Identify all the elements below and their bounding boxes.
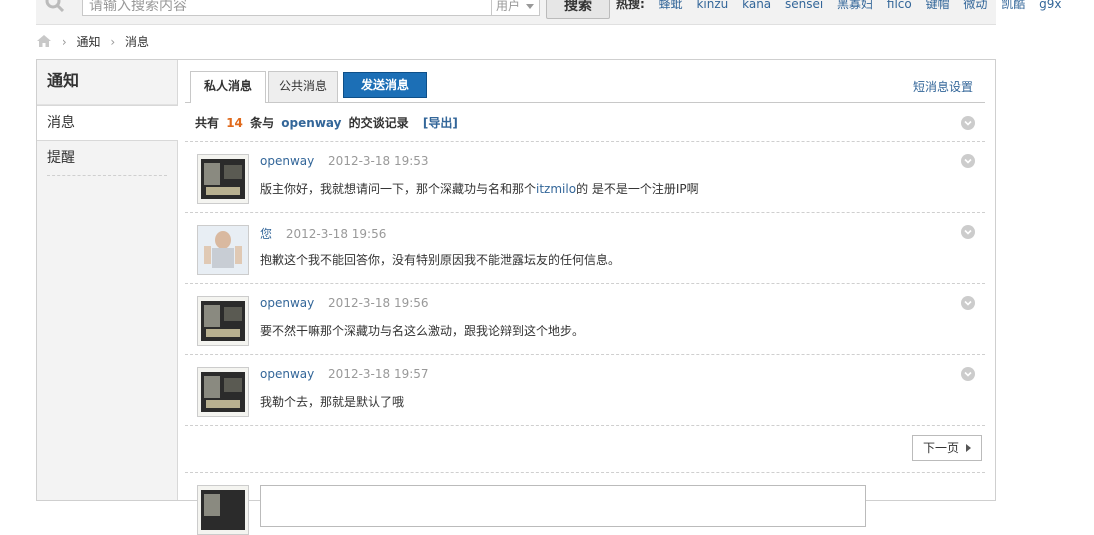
message-options-icon[interactable] — [961, 225, 975, 239]
collapse-icon[interactable] — [961, 116, 975, 130]
main-frame: 通知 消息 提醒 私人消息 公共消息 发送消息 短消息设置 共有 14 条与 o… — [36, 59, 996, 535]
summary-suffix: 的交谈记录 — [348, 116, 409, 130]
message-text-part: 我勒个去，那就是默认了哦 — [260, 395, 405, 409]
message-meta: 您 2012-3-18 19:56 — [260, 225, 386, 242]
message-meta: openway 2012-3-18 19:53 — [260, 154, 429, 168]
sidebar-item-messages[interactable]: 消息 — [37, 105, 178, 141]
hot-search: 热搜: 蜂蚍 kinzu kana sensei 黑寡妇 filco 键帽 微动… — [616, 0, 1071, 12]
tab-bar: 私人消息 公共消息 发送消息 短消息设置 — [185, 69, 985, 103]
hot-search-label: 热搜: — [616, 0, 645, 11]
reply-textarea[interactable] — [260, 485, 866, 527]
avatar[interactable] — [197, 225, 249, 275]
search-type-label: 用户 — [496, 0, 521, 13]
tab-public-messages[interactable]: 公共消息 — [268, 71, 338, 102]
chevron-right-icon: › — [110, 35, 116, 49]
message-text: 我勒个去，那就是默认了哦 — [260, 393, 404, 410]
message-text: 版主你好，我就想请问一下，那个深藏功与名和那个itzmilo的 是不是一个注册I… — [260, 180, 699, 197]
hot-term-link[interactable]: 蜂蚍 — [659, 0, 683, 11]
message-item: openway 2012-3-18 19:53 版主你好，我就想请问一下，那个深… — [185, 142, 985, 213]
message-text: 要不然干嘛那个深藏功与名这么激动，跟我论辩到这个地步。 — [260, 322, 584, 339]
hot-term-link[interactable]: kinzu — [696, 0, 728, 11]
search-icon — [45, 0, 64, 12]
message-time: 2012-3-18 19:57 — [328, 367, 429, 381]
avatar[interactable] — [197, 367, 249, 417]
hot-term-link[interactable]: 黑寡妇 — [837, 0, 873, 11]
hot-term-link[interactable]: sensei — [785, 0, 823, 11]
message-options-icon[interactable] — [961, 296, 975, 310]
chevron-right-icon — [966, 444, 971, 452]
message-item: openway 2012-3-18 19:57 我勒个去，那就是默认了哦 — [185, 355, 985, 426]
message-item: 您 2012-3-18 19:56 抱歉这个我不能回答你，没有特别原因我不能泄露… — [185, 213, 985, 284]
message-options-icon[interactable] — [961, 367, 975, 381]
message-time: 2012-3-18 19:56 — [285, 227, 387, 241]
search-button[interactable]: 搜索 — [546, 0, 610, 19]
message-meta: openway 2012-3-18 19:57 — [260, 367, 429, 381]
chevron-right-icon: › — [61, 35, 67, 49]
next-page-label: 下一页 — [923, 441, 960, 455]
message-meta: openway 2012-3-18 19:56 — [260, 296, 429, 310]
message-text-part: 抱歉这个我不能回答你，没有特别原因我不能泄露坛友的任何信息。 — [260, 253, 621, 267]
hot-term-link[interactable]: kana — [742, 0, 771, 11]
avatar[interactable] — [197, 296, 249, 346]
message-text-part: 版主你好，我就想请问一下，那个深藏功与名和那个 — [260, 182, 537, 196]
breadcrumb: › 通知 › 消息 — [36, 33, 149, 49]
message-author-link[interactable]: 您 — [260, 227, 272, 241]
home-icon[interactable] — [36, 34, 52, 48]
message-author-link[interactable]: openway — [260, 367, 314, 381]
chevron-down-icon — [526, 4, 534, 9]
export-link[interactable]: [导出] — [423, 116, 458, 130]
search-bar: 请输入搜索内容 用户 搜索 热搜: 蜂蚍 kinzu kana sensei 黑… — [36, 0, 1061, 25]
message-count: 14 — [226, 116, 243, 130]
message-highlight: itzmilo — [536, 182, 577, 196]
hot-term-link[interactable]: 凯酷 — [1001, 0, 1025, 11]
tab-private-messages[interactable]: 私人消息 — [190, 71, 266, 103]
sidebar-item-reminders[interactable]: 提醒 — [47, 141, 167, 176]
message-time: 2012-3-18 19:53 — [328, 154, 429, 168]
message-text-part: 要不然干嘛那个深藏功与名这么激动，跟我论辩到这个地步。 — [260, 324, 585, 338]
sidebar: 通知 消息 提醒 — [37, 60, 178, 500]
avatar[interactable] — [197, 154, 249, 204]
hot-term-link[interactable]: filco — [887, 0, 912, 11]
message-options-icon[interactable] — [961, 154, 975, 168]
summary-user-link[interactable]: openway — [281, 116, 341, 130]
message-author-link[interactable]: openway — [260, 296, 314, 310]
sidebar-title: 通知 — [37, 60, 177, 105]
hot-term-link[interactable]: g9x — [1039, 0, 1061, 11]
avatar[interactable] — [197, 485, 249, 535]
summary-text: 共有 14 条与 openway 的交谈记录 [导出] — [195, 114, 458, 131]
conversation-summary: 共有 14 条与 openway 的交谈记录 [导出] — [185, 103, 985, 142]
message-time: 2012-3-18 19:56 — [328, 296, 429, 310]
search-input[interactable]: 请输入搜索内容 — [82, 0, 492, 16]
breadcrumb-current: 消息 — [124, 35, 149, 49]
reply-row — [185, 472, 985, 535]
message-settings-link[interactable]: 短消息设置 — [913, 78, 973, 95]
breadcrumb-notice-link[interactable]: 通知 — [76, 35, 100, 49]
message-text-part: 的 是不是一个注册IP啊 — [576, 182, 699, 196]
next-page-button[interactable]: 下一页 — [912, 435, 982, 461]
search-type-select[interactable]: 用户 — [492, 0, 540, 16]
hot-term-link[interactable]: 微动 — [963, 0, 987, 11]
send-message-button[interactable]: 发送消息 — [343, 72, 427, 98]
hot-term-link[interactable]: 键帽 — [926, 0, 950, 11]
summary-middle: 条与 — [250, 116, 275, 130]
message-author-link[interactable]: openway — [260, 154, 314, 168]
summary-prefix: 共有 — [195, 116, 220, 130]
message-text: 抱歉这个我不能回答你，没有特别原因我不能泄露坛友的任何信息。 — [260, 251, 620, 268]
message-item: openway 2012-3-18 19:56 要不然干嘛那个深藏功与名这么激动… — [185, 284, 985, 355]
